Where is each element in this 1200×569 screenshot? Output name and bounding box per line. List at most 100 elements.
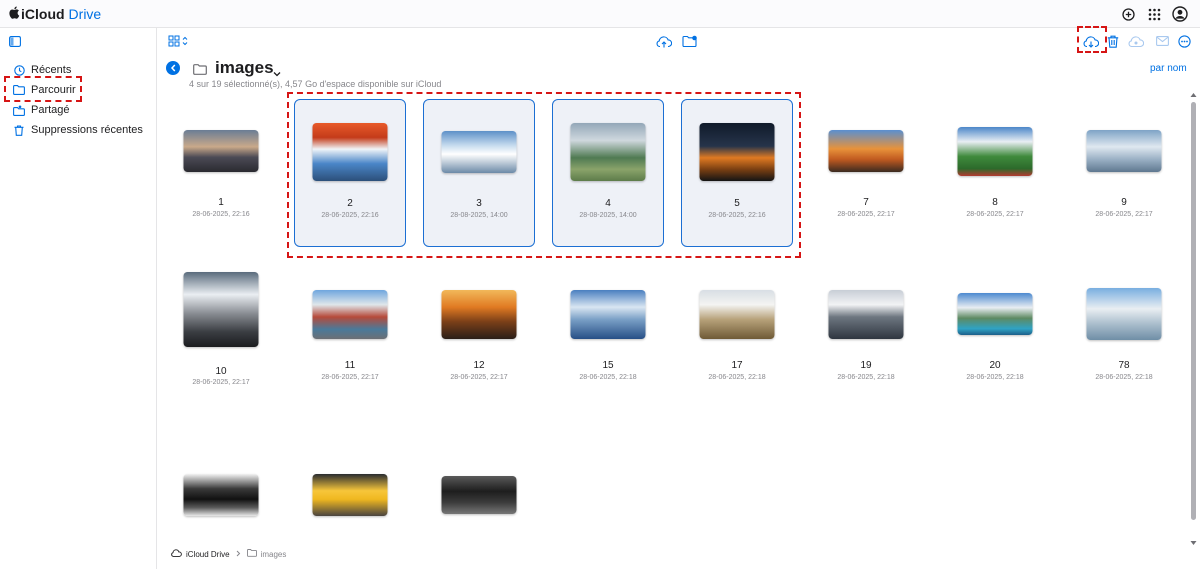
file-name: 1 [218,197,224,208]
sidebar-item-recents[interactable]: Récents [13,61,71,79]
breadcrumb-current[interactable]: images [261,550,287,559]
app-grid-icon[interactable] [1146,6,1162,22]
file-thumbnail [441,289,517,339]
file-name: 3 [476,198,482,209]
file-name: 17 [731,360,743,371]
file-tile[interactable]: 1 28-06-2025, 22:16 [165,99,277,247]
more-icon[interactable] [1176,33,1192,49]
sort-button[interactable]: par nom [1150,63,1187,74]
file-tile[interactable]: 4 28-08-2025, 14:00 [552,99,664,247]
scrollbar[interactable] [1189,92,1198,547]
file-thumbnail [183,130,259,172]
file-name: 9 [1121,197,1127,208]
file-thumbnail [312,123,388,181]
file-tile[interactable]: 78 28-06-2025, 22:18 [1068,262,1180,410]
upload-icon[interactable] [656,33,672,49]
apple-logo-icon [9,6,20,22]
file-date: 28-06-2025, 22:17 [450,374,508,381]
folder-icon [193,62,207,80]
sidebar-item-label: Récents [31,64,72,76]
file-tile[interactable]: 9 28-06-2025, 22:17 [1068,99,1180,247]
file-tile[interactable]: 19 28-06-2025, 22:18 [810,262,922,410]
view-toggle-icon[interactable] [167,33,191,49]
file-date: 28-06-2025, 22:17 [837,211,895,218]
file-thumbnail [828,130,904,172]
scroll-down-icon [1190,541,1197,545]
file-tile[interactable]: happiness [294,443,406,540]
file-date: 28-06-2025, 22:16 [708,212,766,219]
new-folder-icon[interactable] [682,33,698,49]
file-thumbnail [699,123,775,181]
sidebar-toggle-icon[interactable] [9,34,23,47]
file-name: 10 [215,366,227,377]
page-title[interactable]: images [215,58,274,78]
app-brand[interactable]: iCloud Drive [9,6,101,22]
file-date: 28-06-2025, 22:18 [966,374,1024,381]
folder-icon [246,549,257,559]
brand-name: iCloud [21,6,65,22]
breadcrumb: iCloud Drive images [171,549,286,559]
add-icon[interactable] [1120,6,1136,22]
file-name: 20 [989,360,1001,371]
file-tile[interactable]: 3 28-08-2025, 14:00 [423,99,535,247]
file-thumbnail [441,131,517,173]
file-tile[interactable]: 8 28-06-2025, 22:17 [939,99,1051,247]
file-name: 15 [602,360,614,371]
file-thumbnail [312,289,388,339]
share-collaborate-icon[interactable] [1128,33,1144,49]
file-tile[interactable]: 2 28-06-2025, 22:16 [294,99,406,247]
file-name: 78 [1118,360,1130,371]
sidebar-item-recently-deleted[interactable]: Suppressions récentes [13,121,143,139]
sidebar-item-browse[interactable]: Parcourir [13,81,76,99]
file-thumbnail [828,289,904,339]
file-tile[interactable]: 10 28-06-2025, 22:17 [165,262,277,410]
download-icon[interactable] [1083,33,1099,49]
sidebar-item-label: Partagé [31,104,70,116]
file-date: 28-06-2025, 22:17 [192,379,250,386]
toolbar [157,28,1200,54]
file-thumbnail [183,474,259,516]
back-button[interactable] [166,61,180,75]
delete-icon[interactable] [1105,33,1121,49]
breadcrumb-root[interactable]: iCloud Drive [186,550,230,559]
file-thumbnail [183,271,259,347]
clock-icon [13,64,25,76]
file-thumbnail [957,293,1033,335]
scroll-thumb[interactable] [1191,102,1196,520]
file-tile[interactable]: 7 28-06-2025, 22:17 [810,99,922,247]
file-tile[interactable]: 5 28-06-2025, 22:16 [681,99,793,247]
file-tile[interactable]: remove-sd-card-from-camera [423,443,535,540]
cloud-icon [171,549,182,559]
file-date: 28-06-2025, 22:18 [1095,374,1153,381]
file-date: 28-06-2025, 22:17 [966,211,1024,218]
file-tile[interactable]: 17 28-06-2025, 22:18 [681,262,793,410]
file-date: 28-06-2025, 22:16 [192,211,250,218]
file-grid: 1 28-06-2025, 22:16 2 28-06-2025, 22:16 3 28-… [157,90,1190,540]
file-date: 28-06-2025, 22:18 [837,374,895,381]
file-date: 28-06-2025, 22:18 [579,374,637,381]
file-name: 11 [344,360,356,371]
folder-icon [13,84,25,96]
file-name: 7 [863,197,869,208]
sidebar-item-label: Parcourir [31,84,76,96]
file-name: 5 [734,198,740,209]
file-thumbnail [570,289,646,339]
file-name: 2 [347,198,353,209]
file-thumbnail [1086,288,1162,340]
file-tile[interactable]: canon-camera [165,443,277,540]
chevron-right-icon [236,550,241,559]
file-thumbnail [1086,130,1162,172]
file-thumbnail [957,126,1033,176]
file-date: 28-06-2025, 22:17 [1095,211,1153,218]
sidebar-item-shared[interactable]: Partagé [13,101,70,119]
file-tile[interactable]: 15 28-06-2025, 22:18 [552,262,664,410]
trash-icon [13,124,25,136]
mail-icon[interactable] [1154,33,1170,49]
file-thumbnail [699,289,775,339]
account-icon[interactable] [1172,6,1188,22]
file-tile[interactable]: 12 28-06-2025, 22:17 [423,262,535,410]
file-tile[interactable]: 20 28-06-2025, 22:18 [939,262,1051,410]
brand-product: Drive [68,6,102,22]
file-tile[interactable]: 11 28-06-2025, 22:17 [294,262,406,410]
top-bar: iCloud Drive [0,0,1200,28]
